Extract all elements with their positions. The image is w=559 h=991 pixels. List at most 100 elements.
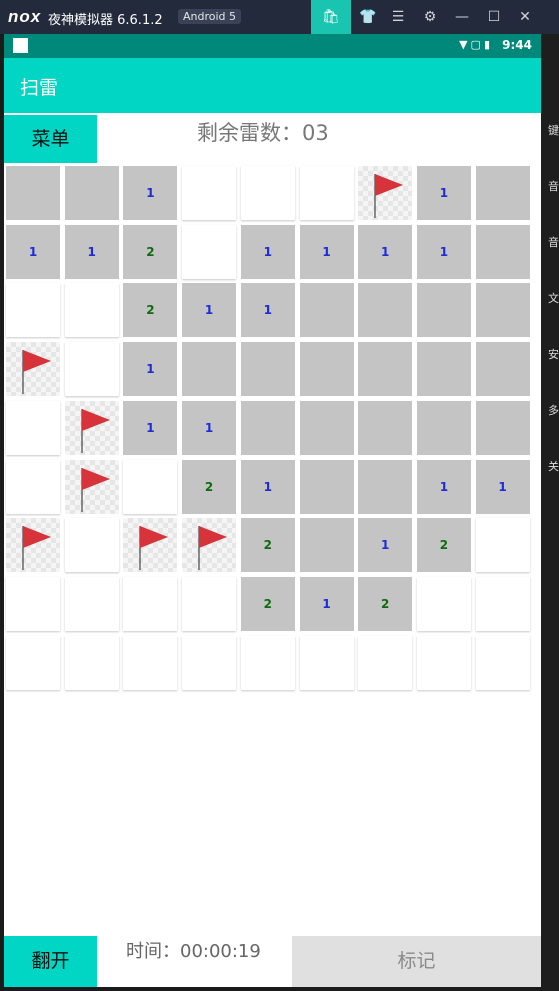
number-cell[interactable]: 1	[475, 459, 530, 514]
open-cell[interactable]	[6, 400, 60, 455]
number-cell[interactable]: 1	[358, 224, 413, 279]
closed-cell[interactable]	[358, 283, 413, 338]
sidebar-item[interactable]: 音	[548, 234, 559, 250]
closed-cell[interactable]	[358, 400, 413, 455]
open-cell[interactable]	[416, 576, 471, 631]
closed-cell[interactable]	[475, 224, 530, 279]
number-cell[interactable]: 1	[299, 576, 354, 631]
open-cell[interactable]	[123, 459, 178, 514]
closed-cell[interactable]	[358, 459, 413, 514]
closed-cell[interactable]	[299, 518, 354, 573]
minimize-icon[interactable]: —	[450, 6, 474, 28]
open-cell[interactable]	[123, 635, 178, 690]
number-cell[interactable]: 1	[416, 459, 471, 514]
open-cell[interactable]	[64, 576, 119, 631]
open-cell[interactable]	[6, 635, 60, 690]
flagged-cell[interactable]	[6, 518, 60, 573]
closed-cell[interactable]	[64, 166, 119, 220]
flagged-cell[interactable]	[358, 166, 413, 220]
number-cell[interactable]: 1	[123, 166, 178, 220]
number-cell[interactable]: 1	[358, 518, 413, 573]
flagged-cell[interactable]	[64, 400, 119, 455]
closed-cell[interactable]	[6, 166, 60, 220]
closed-cell[interactable]	[416, 283, 471, 338]
number-cell[interactable]: 2	[416, 518, 471, 573]
no-sim-icon: ▢	[470, 38, 484, 51]
number-cell[interactable]: 1	[182, 400, 237, 455]
flagged-cell[interactable]	[182, 518, 237, 573]
sidebar-item[interactable]: 多	[548, 402, 559, 418]
sidebar-item[interactable]: 安	[548, 346, 559, 362]
closed-cell[interactable]	[240, 342, 295, 397]
flip-button[interactable]: 翻开	[4, 936, 97, 987]
flagged-cell[interactable]	[64, 459, 119, 514]
open-cell[interactable]	[475, 518, 530, 573]
closed-cell[interactable]	[182, 342, 237, 397]
open-cell[interactable]	[182, 576, 237, 631]
open-cell[interactable]	[64, 342, 119, 397]
closed-cell[interactable]	[416, 400, 471, 455]
number-cell[interactable]: 1	[64, 224, 119, 279]
open-cell[interactable]	[475, 635, 530, 690]
closed-cell[interactable]	[299, 459, 354, 514]
closed-cell[interactable]	[299, 283, 354, 338]
number-cell[interactable]: 2	[240, 518, 295, 573]
number-cell[interactable]: 1	[299, 224, 354, 279]
maximize-icon[interactable]: ☐	[482, 6, 506, 28]
open-cell[interactable]	[64, 635, 119, 690]
sidebar-item[interactable]: 关	[548, 458, 559, 474]
open-cell[interactable]	[299, 635, 354, 690]
gear-icon[interactable]: ⚙	[418, 6, 442, 28]
closed-cell[interactable]	[240, 400, 295, 455]
open-cell[interactable]	[299, 166, 354, 220]
number-cell[interactable]: 1	[416, 166, 471, 220]
closed-cell[interactable]	[475, 342, 530, 397]
open-cell[interactable]	[6, 459, 60, 514]
store-icon[interactable]: 🛍	[311, 0, 351, 34]
number-cell[interactable]: 1	[182, 283, 237, 338]
menu-button[interactable]: 菜单	[4, 115, 97, 163]
open-cell[interactable]	[182, 166, 237, 220]
sidebar-item[interactable]: 文	[548, 290, 559, 306]
number-cell[interactable]: 2	[182, 459, 237, 514]
open-cell[interactable]	[6, 576, 60, 631]
open-cell[interactable]	[182, 224, 237, 279]
closed-cell[interactable]	[475, 166, 530, 220]
closed-cell[interactable]	[299, 400, 354, 455]
number-cell[interactable]: 1	[416, 224, 471, 279]
shirt-icon[interactable]: 👕	[356, 6, 380, 28]
mark-button[interactable]: 标记	[292, 936, 541, 987]
flagged-cell[interactable]	[6, 342, 60, 397]
menu-icon[interactable]: ☰	[386, 6, 410, 28]
open-cell[interactable]	[64, 283, 119, 338]
open-cell[interactable]	[6, 283, 60, 338]
open-cell[interactable]	[182, 635, 237, 690]
open-cell[interactable]	[240, 166, 295, 220]
closed-cell[interactable]	[475, 283, 530, 338]
number-cell[interactable]: 1	[240, 283, 295, 338]
closed-cell[interactable]	[475, 400, 530, 455]
number-cell[interactable]: 2	[358, 576, 413, 631]
open-cell[interactable]	[358, 635, 413, 690]
sidebar-item[interactable]: 键	[548, 122, 559, 138]
open-cell[interactable]	[475, 576, 530, 631]
number-cell[interactable]: 1	[240, 224, 295, 279]
open-cell[interactable]	[64, 518, 119, 573]
open-cell[interactable]	[240, 635, 295, 690]
flagged-cell[interactable]	[123, 518, 178, 573]
close-icon[interactable]: ✕	[513, 6, 537, 28]
open-cell[interactable]	[416, 635, 471, 690]
number-cell[interactable]: 1	[6, 224, 60, 279]
number-cell[interactable]: 2	[240, 576, 295, 631]
closed-cell[interactable]	[358, 342, 413, 397]
number-cell[interactable]: 1	[123, 400, 178, 455]
status-time: 9:44	[502, 38, 532, 52]
sidebar-item[interactable]: 音	[548, 178, 559, 194]
closed-cell[interactable]	[416, 342, 471, 397]
number-cell[interactable]: 1	[240, 459, 295, 514]
open-cell[interactable]	[123, 576, 178, 631]
closed-cell[interactable]	[299, 342, 354, 397]
number-cell[interactable]: 2	[123, 283, 178, 338]
number-cell[interactable]: 1	[123, 342, 178, 397]
number-cell[interactable]: 2	[123, 224, 178, 279]
